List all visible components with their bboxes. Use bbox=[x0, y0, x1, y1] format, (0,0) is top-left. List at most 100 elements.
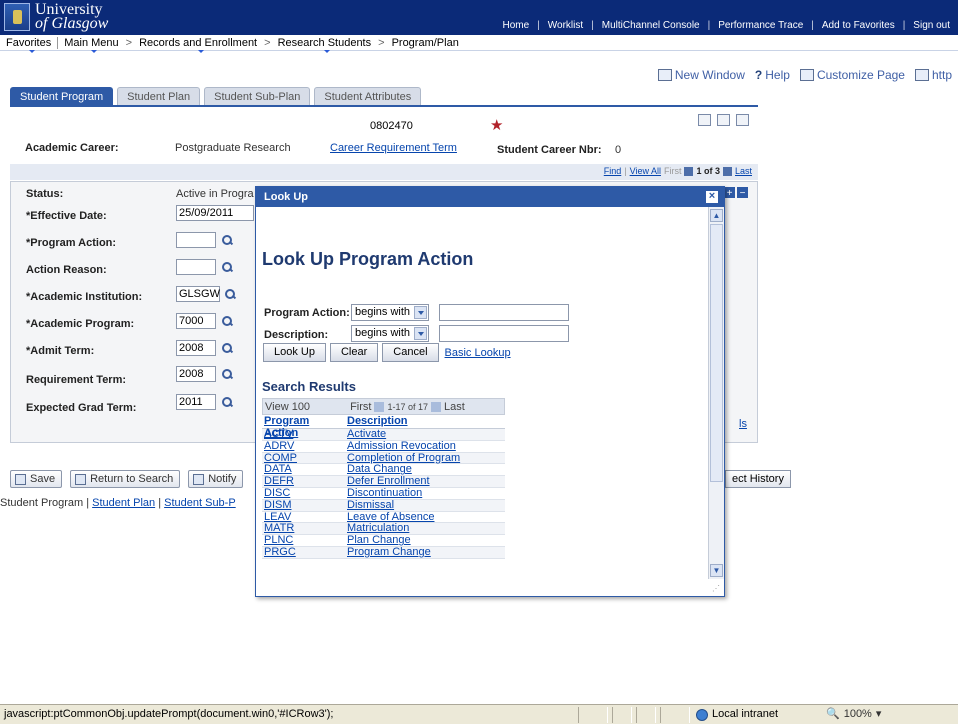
tab-student-program[interactable]: Student Program bbox=[10, 87, 114, 105]
program-action-operator-select[interactable]: begins with bbox=[351, 304, 429, 321]
next-icon[interactable] bbox=[722, 166, 732, 176]
program-action-lookup-icon[interactable] bbox=[221, 234, 233, 246]
effective-date-field[interactable]: 25/09/2011 bbox=[176, 205, 254, 221]
program-action-description-link[interactable]: Admission Revocation bbox=[347, 440, 456, 452]
last-link[interactable]: Last bbox=[735, 166, 752, 176]
magnifier-icon: 🔍 bbox=[826, 708, 840, 720]
save-button[interactable]: Save bbox=[10, 470, 63, 488]
program-action-code-link[interactable]: DATA bbox=[264, 463, 292, 475]
home-link[interactable]: Home bbox=[494, 20, 537, 31]
cancel-button[interactable]: Cancel bbox=[382, 343, 439, 362]
program-action-code-link[interactable]: PRGC bbox=[264, 546, 296, 558]
delete-row-icon[interactable]: − bbox=[737, 187, 748, 199]
http-link[interactable]: http bbox=[914, 68, 952, 82]
notepad-icon[interactable] bbox=[717, 114, 730, 126]
add-to-favorites-link[interactable]: Add to Favorites bbox=[814, 20, 903, 31]
academic-institution-lookup-icon[interactable] bbox=[224, 288, 236, 300]
program-action-code-link[interactable]: DEFR bbox=[264, 475, 294, 487]
zoom-control[interactable]: 🔍 100% ▾ bbox=[826, 705, 881, 724]
program-action-description-link[interactable]: Completion of Program bbox=[347, 452, 460, 464]
tab-student-attributes[interactable]: Student Attributes bbox=[314, 87, 422, 105]
help-link[interactable]: ? Help bbox=[755, 68, 790, 82]
breadcrumb-records-enrollment[interactable]: Records and Enrollment bbox=[135, 37, 261, 53]
breadcrumb-research-students[interactable]: Research Students bbox=[274, 37, 376, 53]
scroll-down-icon[interactable]: ▼ bbox=[710, 564, 723, 577]
modal-title-bar[interactable]: Look Up × bbox=[256, 187, 724, 207]
description-operator-select[interactable]: begins with bbox=[351, 325, 429, 342]
career-requirement-term-link[interactable]: Career Requirement Term bbox=[330, 142, 457, 154]
add-row-icon[interactable]: + bbox=[724, 187, 735, 199]
breadcrumb-program-plan[interactable]: Program/Plan bbox=[388, 37, 463, 49]
clear-button[interactable]: Clear bbox=[329, 343, 379, 362]
customize-page-link[interactable]: Customize Page bbox=[799, 68, 905, 82]
academic-program-lookup-icon[interactable] bbox=[221, 315, 233, 327]
worklist-link[interactable]: Worklist bbox=[540, 20, 591, 31]
security-zone[interactable]: Local intranet bbox=[696, 705, 778, 724]
expected-grad-term-lookup-icon[interactable] bbox=[221, 396, 233, 408]
program-action-description-link[interactable]: Program Change bbox=[347, 546, 431, 558]
next-icon[interactable] bbox=[430, 401, 441, 412]
student-sub-plan-link[interactable]: Student Sub-P bbox=[164, 497, 236, 509]
action-reason-lookup-icon[interactable] bbox=[221, 261, 233, 273]
view-all-link[interactable]: View All bbox=[630, 166, 661, 176]
program-action-code-link[interactable]: DISM bbox=[264, 499, 292, 511]
program-action-field[interactable] bbox=[176, 232, 216, 248]
program-action-description-link[interactable]: Activate bbox=[347, 429, 386, 440]
notify-button[interactable]: Notify bbox=[188, 470, 244, 488]
image-icon[interactable] bbox=[698, 114, 711, 126]
program-action-description-link[interactable]: Plan Change bbox=[347, 534, 411, 546]
program-action-code-link[interactable]: COMP bbox=[264, 452, 297, 464]
university-logo[interactable]: University of Glasgow bbox=[4, 2, 108, 32]
main-menu[interactable]: Main Menu bbox=[60, 37, 122, 53]
description-input[interactable] bbox=[439, 325, 569, 342]
sign-out-link[interactable]: Sign out bbox=[905, 20, 958, 31]
admit-term-label: *Admit Term: bbox=[26, 345, 95, 357]
basic-lookup-link[interactable]: Basic Lookup bbox=[445, 347, 511, 359]
program-action-description-link[interactable]: Matriculation bbox=[347, 522, 409, 534]
program-action-code-link[interactable]: MATR bbox=[264, 522, 294, 534]
program-action-code-link[interactable]: LEAV bbox=[264, 511, 291, 523]
program-action-input[interactable] bbox=[439, 304, 569, 321]
column-header-description[interactable]: Description bbox=[347, 415, 408, 427]
academic-program-field[interactable]: 7000 bbox=[176, 313, 216, 329]
action-reason-field[interactable] bbox=[176, 259, 216, 275]
program-action-code-link[interactable]: PLNC bbox=[264, 534, 293, 546]
modal-scrollbar[interactable]: ▲ ▼ bbox=[708, 207, 724, 579]
student-plan-link[interactable]: Student Plan bbox=[92, 497, 155, 509]
admit-term-lookup-icon[interactable] bbox=[221, 342, 233, 354]
details-link-partial[interactable]: ls bbox=[739, 418, 747, 430]
resize-grip-icon[interactable]: ⋰ bbox=[712, 584, 722, 594]
requirement-term-lookup-icon[interactable] bbox=[221, 368, 233, 380]
program-action-description-link[interactable]: Leave of Absence bbox=[347, 511, 434, 523]
view-100-link[interactable]: View 100 bbox=[265, 401, 310, 413]
comment-icon[interactable] bbox=[736, 114, 749, 126]
table-row[interactable]: PRGC Program Change bbox=[262, 546, 505, 559]
close-icon[interactable]: × bbox=[706, 191, 718, 203]
requirement-term-field[interactable]: 2008 bbox=[176, 366, 216, 382]
multichannel-console-link[interactable]: MultiChannel Console bbox=[594, 20, 708, 31]
academic-institution-field[interactable]: GLSGW bbox=[176, 286, 220, 302]
previous-icon[interactable] bbox=[374, 401, 385, 412]
expected-grad-term-field[interactable]: 2011 bbox=[176, 394, 216, 410]
scroll-up-icon[interactable]: ▲ bbox=[710, 209, 723, 222]
program-action-description-link[interactable]: Data Change bbox=[347, 463, 412, 475]
last-label: Last bbox=[443, 400, 465, 413]
tab-student-plan[interactable]: Student Plan bbox=[117, 87, 201, 105]
program-action-description-link[interactable]: Discontinuation bbox=[347, 487, 422, 499]
previous-icon[interactable] bbox=[684, 166, 694, 176]
tab-student-sub-plan[interactable]: Student Sub-Plan bbox=[204, 87, 311, 105]
return-to-search-button[interactable]: Return to Search bbox=[70, 470, 181, 488]
performance-trace-link[interactable]: Performance Trace bbox=[710, 20, 811, 31]
scroll-thumb[interactable] bbox=[710, 224, 723, 482]
program-action-code-link[interactable]: ACTV bbox=[264, 429, 293, 440]
program-action-description-link[interactable]: Defer Enrollment bbox=[347, 475, 430, 487]
correct-history-button[interactable]: ect History bbox=[725, 470, 791, 488]
program-action-code-link[interactable]: ADRV bbox=[264, 440, 294, 452]
program-action-code-link[interactable]: DISC bbox=[264, 487, 290, 499]
look-up-button[interactable]: Look Up bbox=[263, 343, 326, 362]
program-action-description-link[interactable]: Dismissal bbox=[347, 499, 394, 511]
new-window-link[interactable]: New Window bbox=[657, 68, 745, 82]
find-link[interactable]: Find bbox=[604, 166, 622, 176]
favorites-menu[interactable]: Favorites bbox=[2, 37, 55, 53]
admit-term-field[interactable]: 2008 bbox=[176, 340, 216, 356]
